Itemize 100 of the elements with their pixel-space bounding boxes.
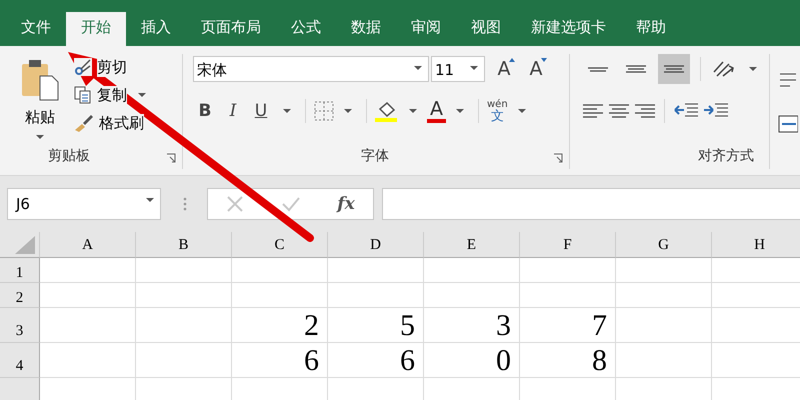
group-title: 字体 — [361, 147, 389, 165]
ribbon-tab[interactable]: 公式 — [276, 12, 336, 46]
align-lines-icon — [663, 65, 685, 73]
merge-cells-icon[interactable] — [778, 114, 798, 134]
increase-font-button[interactable]: A — [491, 58, 517, 80]
cell[interactable] — [40, 258, 136, 283]
cell[interactable] — [232, 283, 328, 308]
ribbon-tab[interactable]: 审阅 — [396, 12, 456, 46]
cell[interactable] — [40, 283, 136, 308]
column-header[interactable]: B — [136, 232, 232, 258]
cell[interactable] — [232, 258, 328, 283]
border-icon[interactable] — [314, 101, 334, 121]
decrease-font-button[interactable]: A — [523, 58, 549, 80]
ribbon-tab[interactable]: 页面布局 — [186, 12, 276, 46]
align-lines-icon — [625, 65, 647, 73]
cell[interactable]: 2 — [232, 308, 328, 343]
horizontal-align-icon[interactable] — [582, 103, 604, 119]
cell[interactable] — [616, 258, 712, 283]
caret-icon[interactable] — [36, 135, 44, 139]
column-header[interactable]: G — [616, 232, 712, 258]
column-header[interactable]: E — [424, 232, 520, 258]
horizontal-align-icon[interactable] — [608, 103, 630, 119]
cell[interactable] — [520, 283, 616, 308]
cell[interactable] — [616, 283, 712, 308]
cell[interactable] — [40, 308, 136, 343]
column-header[interactable]: F — [520, 232, 616, 258]
ribbon-tab[interactable]: 开始 — [66, 12, 126, 46]
caret-icon[interactable] — [138, 93, 146, 97]
dialog-launcher-icon[interactable] — [166, 153, 176, 163]
cut-label[interactable]: 剪切 — [97, 58, 127, 76]
ribbon-tab[interactable]: 插入 — [126, 12, 186, 46]
align-lines-icon — [587, 66, 609, 72]
cell[interactable]: 6 — [328, 343, 424, 378]
cell-value: 3 — [496, 310, 511, 342]
cell[interactable] — [616, 308, 712, 343]
caret-icon[interactable] — [456, 109, 464, 113]
paste-label[interactable]: 粘贴 — [25, 108, 55, 127]
cell[interactable] — [136, 283, 232, 308]
cell[interactable]: 3 — [424, 308, 520, 343]
scissors-icon[interactable] — [74, 58, 92, 76]
column-header[interactable]: D — [328, 232, 424, 258]
cell-value: 8 — [592, 345, 607, 377]
formula-input[interactable] — [382, 188, 800, 220]
caret-icon[interactable] — [518, 109, 526, 113]
caret-icon[interactable] — [749, 67, 757, 71]
caret-icon[interactable] — [283, 109, 291, 113]
cell[interactable] — [328, 283, 424, 308]
cell-value: 5 — [400, 310, 415, 342]
fill-bucket-icon[interactable] — [375, 99, 399, 123]
grip-icon — [183, 196, 187, 212]
cell[interactable]: 8 — [520, 343, 616, 378]
select-all-icon[interactable] — [15, 236, 35, 254]
group-title: 对齐方式 — [698, 147, 754, 165]
cell[interactable] — [136, 343, 232, 378]
row-header[interactable]: 3 — [0, 308, 40, 343]
cell[interactable] — [136, 258, 232, 283]
font-size-field[interactable]: 11 — [431, 56, 485, 82]
row-header[interactable]: 2 — [0, 283, 40, 308]
cell[interactable] — [328, 258, 424, 283]
font-name-field[interactable]: 宋体 — [193, 56, 429, 82]
enter-icon[interactable] — [280, 195, 301, 213]
underline-button[interactable]: U — [249, 101, 273, 121]
row-header[interactable]: 1 — [0, 258, 40, 283]
caret-icon[interactable] — [409, 109, 417, 113]
column-header[interactable]: H — [712, 232, 800, 258]
caret-icon[interactable] — [344, 109, 352, 113]
cell[interactable]: 6 — [232, 343, 328, 378]
insert-function-button[interactable]: fx — [337, 194, 355, 214]
cell-value: 6 — [304, 345, 319, 377]
cell[interactable] — [520, 258, 616, 283]
cell[interactable]: 7 — [520, 308, 616, 343]
horizontal-align-icon[interactable] — [634, 103, 656, 119]
ribbon-tab[interactable]: 帮助 — [621, 12, 681, 46]
ribbon-tab[interactable]: 文件 — [6, 12, 66, 46]
ribbon-tab[interactable]: 视图 — [456, 12, 516, 46]
phonetic-button[interactable]: wén 文 — [487, 100, 508, 122]
column-header[interactable]: A — [40, 232, 136, 258]
cell[interactable] — [616, 343, 712, 378]
cell[interactable]: 5 — [328, 308, 424, 343]
italic-button[interactable]: I — [221, 101, 245, 121]
copy-icon[interactable] — [74, 86, 92, 104]
cell[interactable]: 0 — [424, 343, 520, 378]
cancel-icon[interactable] — [226, 195, 244, 213]
cell[interactable] — [424, 258, 520, 283]
font-color-button[interactable]: A — [427, 99, 446, 123]
row-header[interactable]: 4 — [0, 343, 40, 378]
cell-value: 6 — [400, 345, 415, 377]
name-box[interactable]: J6 — [7, 188, 161, 220]
column-header[interactable]: C — [232, 232, 328, 258]
cell[interactable] — [136, 308, 232, 343]
ribbon-tab[interactable]: 新建选项卡 — [516, 12, 621, 46]
cell[interactable] — [424, 283, 520, 308]
cell[interactable] — [40, 343, 136, 378]
bold-button[interactable]: B — [193, 101, 217, 121]
ribbon-tab[interactable]: 数据 — [336, 12, 396, 46]
vertical-align-button[interactable] — [658, 54, 690, 84]
dialog-launcher-icon[interactable] — [553, 153, 563, 163]
format-painter-label[interactable]: 格式刷 — [99, 114, 144, 132]
copy-label[interactable]: 复制 — [97, 86, 127, 104]
clipboard-icon[interactable] — [20, 58, 60, 102]
